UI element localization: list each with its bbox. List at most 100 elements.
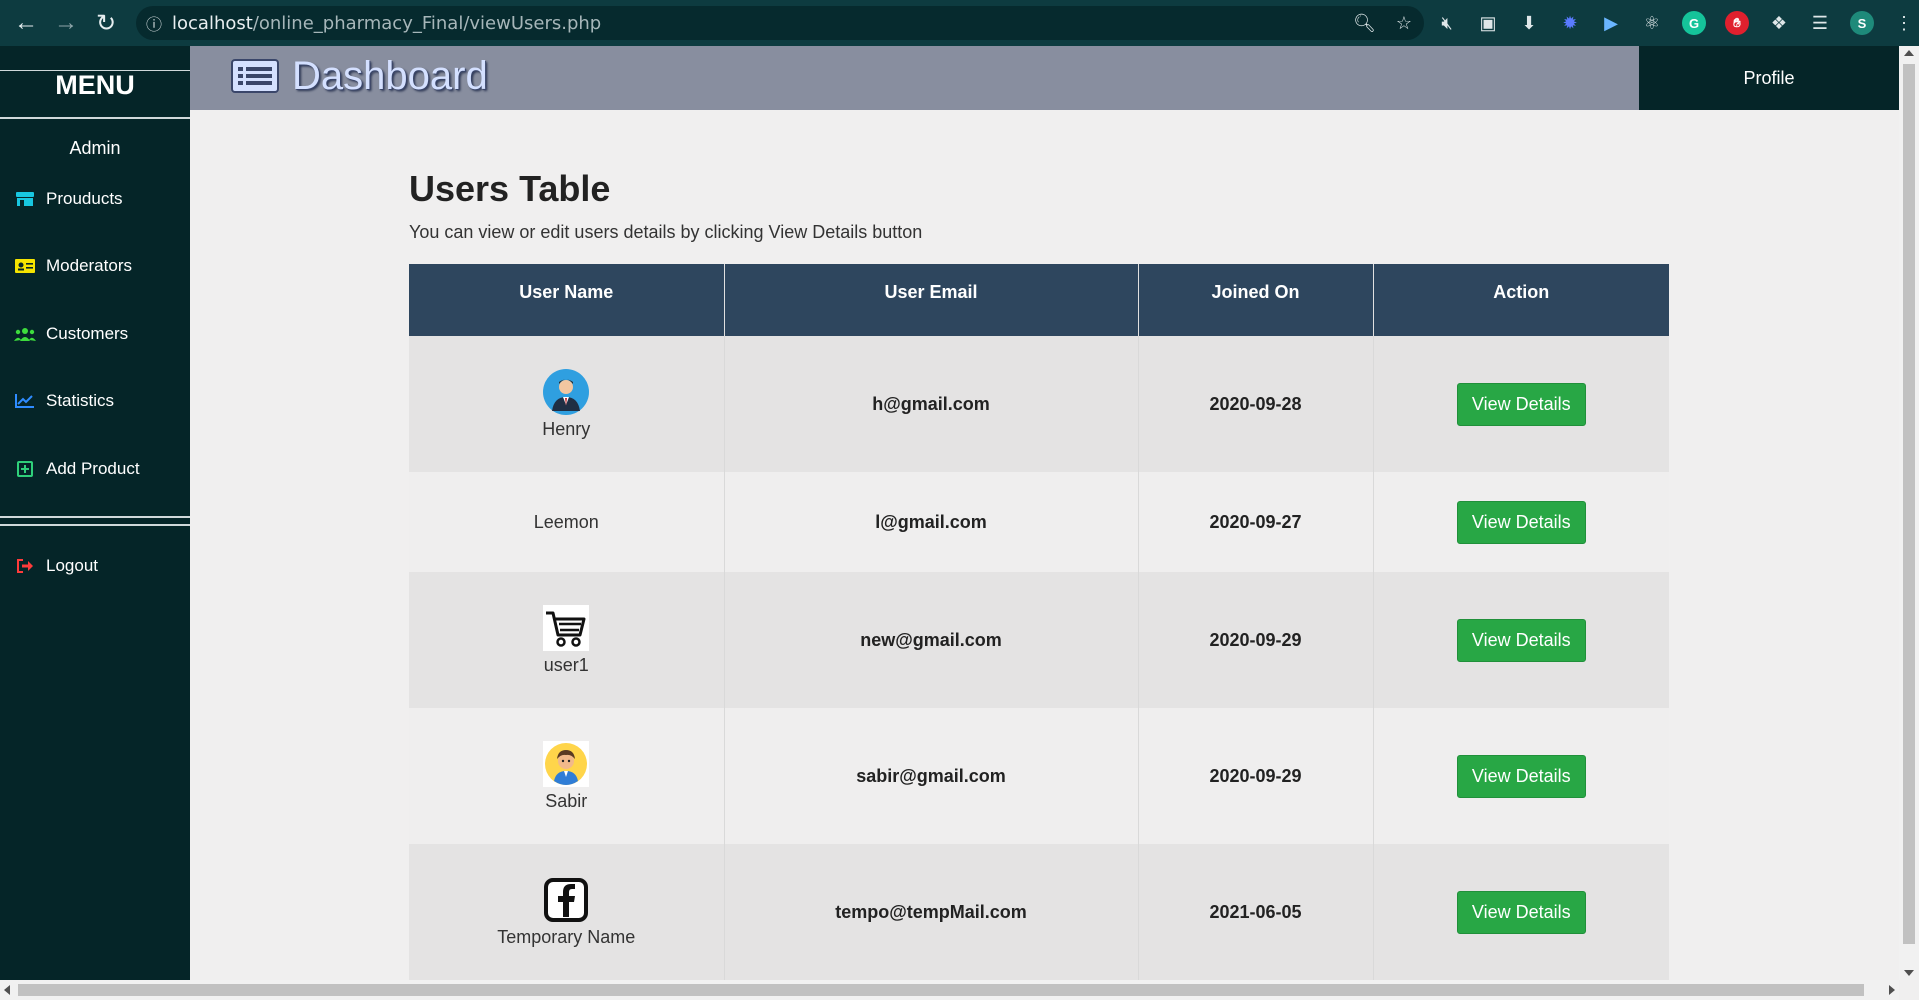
logout-label: Logout [46, 556, 98, 575]
id-card-icon [14, 257, 36, 275]
role-label: Admin [69, 138, 121, 158]
horizontal-scrollbar[interactable] [0, 980, 1899, 1000]
action-cell: View Details [1373, 336, 1669, 472]
sidebar-divider [0, 524, 190, 526]
column-header-action: Action [1373, 264, 1669, 336]
sidebar-item-label: Customers [46, 324, 129, 343]
profile-link[interactable]: Profile [1639, 46, 1899, 110]
user-name-cell: Sabir [409, 708, 725, 844]
download-icon[interactable]: ⬇ [1518, 12, 1540, 34]
joined-date: 2020-09-29 [1138, 708, 1374, 844]
playlist-icon[interactable]: ☰ [1809, 12, 1831, 34]
view-details-button[interactable]: View Details [1456, 618, 1586, 662]
column-header-user-email: User Email [724, 264, 1139, 336]
url-text[interactable]: localhost/online_pharmacy_Final/viewUser… [172, 13, 601, 34]
table-row: Sabir sabir@gmail.com 2020-09-29 View De… [409, 708, 1669, 844]
view-details-button[interactable]: View Details [1456, 890, 1586, 934]
scroll-right-arrow-icon[interactable] [1889, 985, 1895, 995]
chart-line-icon [14, 392, 36, 410]
facebook-icon [544, 877, 589, 922]
table-row: Henry h@gmail.com 2020-09-28 View Detail… [409, 336, 1669, 472]
table-row: user1 new@gmail.com 2020-09-29 View Deta… [409, 572, 1669, 708]
dashboard-header: Dashboard [190, 46, 1639, 110]
logout-button[interactable]: Logout [14, 551, 98, 581]
store-icon [14, 190, 36, 208]
reload-icon[interactable]: ↻ [86, 0, 126, 46]
zoom-icon[interactable]: 🔍︎ [1353, 13, 1376, 34]
man-avatar-icon [543, 740, 590, 787]
view-details-button[interactable]: View Details [1456, 500, 1586, 544]
menu-divider [0, 117, 190, 119]
action-cell: View Details [1373, 472, 1669, 572]
joined-date: 2021-06-05 [1138, 844, 1374, 980]
share-extension-icon[interactable]: ▶ [1600, 12, 1622, 34]
grammarly-icon[interactable]: G [1682, 11, 1706, 35]
view-details-button[interactable]: View Details [1456, 382, 1586, 426]
user-name-cell: user1 [409, 572, 725, 708]
user-name: Sabir [545, 790, 588, 811]
users-icon [14, 325, 36, 343]
table-header-row: User Name User Email Joined On Action [409, 264, 1669, 336]
page-subtitle: You can view or edit users details by cl… [409, 222, 923, 242]
scrollbar-thumb[interactable] [18, 984, 1864, 996]
user-name: user1 [543, 654, 589, 675]
column-header-joined-on: Joined On [1138, 264, 1374, 336]
sidebar-item-customers[interactable]: Customers [14, 319, 128, 349]
user-name: Henry [542, 418, 591, 439]
plus-square-icon [14, 460, 36, 478]
browser-toolbar: ← → ↻ ⓘ localhost/online_pharmacy_Final/… [0, 0, 1919, 46]
scroll-down-arrow-icon[interactable] [1904, 970, 1914, 976]
user-name-cell: Henry [409, 336, 725, 472]
forward-arrow-icon[interactable]: → [46, 0, 86, 46]
bookmark-star-icon[interactable]: ☆ [1396, 13, 1412, 34]
sparkle-extension-icon[interactable]: ✹ [1559, 12, 1581, 34]
sidebar-item-label: Add Product [46, 459, 140, 478]
sidebar-divider [0, 516, 190, 518]
user-email: new@gmail.com [724, 572, 1139, 708]
joined-date: 2020-09-29 [1138, 572, 1374, 708]
puzzle-extensions-icon[interactable]: ❖ [1768, 12, 1790, 34]
sidebar-item-products[interactable]: Prouducts [14, 184, 123, 214]
user-email: sabir@gmail.com [724, 708, 1139, 844]
user-email: l@gmail.com [724, 472, 1139, 572]
sidebar-item-label: Statistics [46, 391, 115, 410]
scroll-left-arrow-icon[interactable] [4, 985, 10, 995]
sidebar: MENU Admin Prouducts Moderators Customer… [0, 46, 190, 980]
joined-date: 2020-09-28 [1138, 336, 1374, 472]
menu-title: MENU [55, 70, 135, 100]
sidebar-item-label: Prouducts [46, 189, 123, 208]
view-details-button[interactable]: View Details [1456, 754, 1586, 798]
mute-icon[interactable]: 🔇︎ [1436, 12, 1458, 34]
kebab-menu-icon[interactable]: ⋮ [1893, 12, 1915, 34]
joined-date: 2020-09-27 [1138, 472, 1374, 572]
action-cell: View Details [1373, 844, 1669, 980]
page-header-title: Dashboard [292, 54, 488, 98]
site-info-icon[interactable]: ⓘ [136, 6, 172, 40]
action-cell: View Details [1373, 572, 1669, 708]
scroll-up-arrow-icon[interactable] [1904, 50, 1914, 56]
page-title: Users Table [409, 168, 611, 209]
extensions-bar: 🔇︎ ▣ ⬇ ✹ ▶ ⚛ G ✋︎ ❖ ☰ S ⋮ [1436, 0, 1915, 46]
sign-out-icon [14, 557, 36, 575]
sidebar-item-label: Moderators [46, 256, 132, 275]
scrollbar-thumb[interactable] [1903, 64, 1915, 944]
react-extension-icon[interactable]: ⚛ [1641, 12, 1663, 34]
sidebar-item-statistics[interactable]: Statistics [14, 386, 114, 416]
sidebar-item-moderators[interactable]: Moderators [14, 251, 132, 281]
action-cell: View Details [1373, 708, 1669, 844]
column-header-user-name: User Name [409, 264, 725, 336]
camera-icon[interactable]: ▣ [1477, 12, 1499, 34]
vertical-scrollbar[interactable] [1899, 46, 1919, 980]
businessman-avatar-icon [543, 368, 590, 415]
sidebar-item-add-product[interactable]: Add Product [14, 454, 140, 484]
back-arrow-icon[interactable]: ← [6, 0, 46, 46]
user-name-cell: Temporary Name [409, 844, 725, 980]
user-name-cell: Leemon [409, 472, 725, 572]
users-table: User Name User Email Joined On Action He… [409, 264, 1669, 980]
address-bar[interactable]: ⓘ localhost/online_pharmacy_Final/viewUs… [136, 6, 1424, 40]
stop-extension-icon[interactable]: ✋︎ [1725, 11, 1749, 35]
shopping-cart-icon [543, 604, 590, 651]
profile-avatar[interactable]: S [1850, 11, 1874, 35]
user-name: Temporary Name [497, 926, 636, 947]
user-email: tempo@tempMail.com [724, 844, 1139, 980]
